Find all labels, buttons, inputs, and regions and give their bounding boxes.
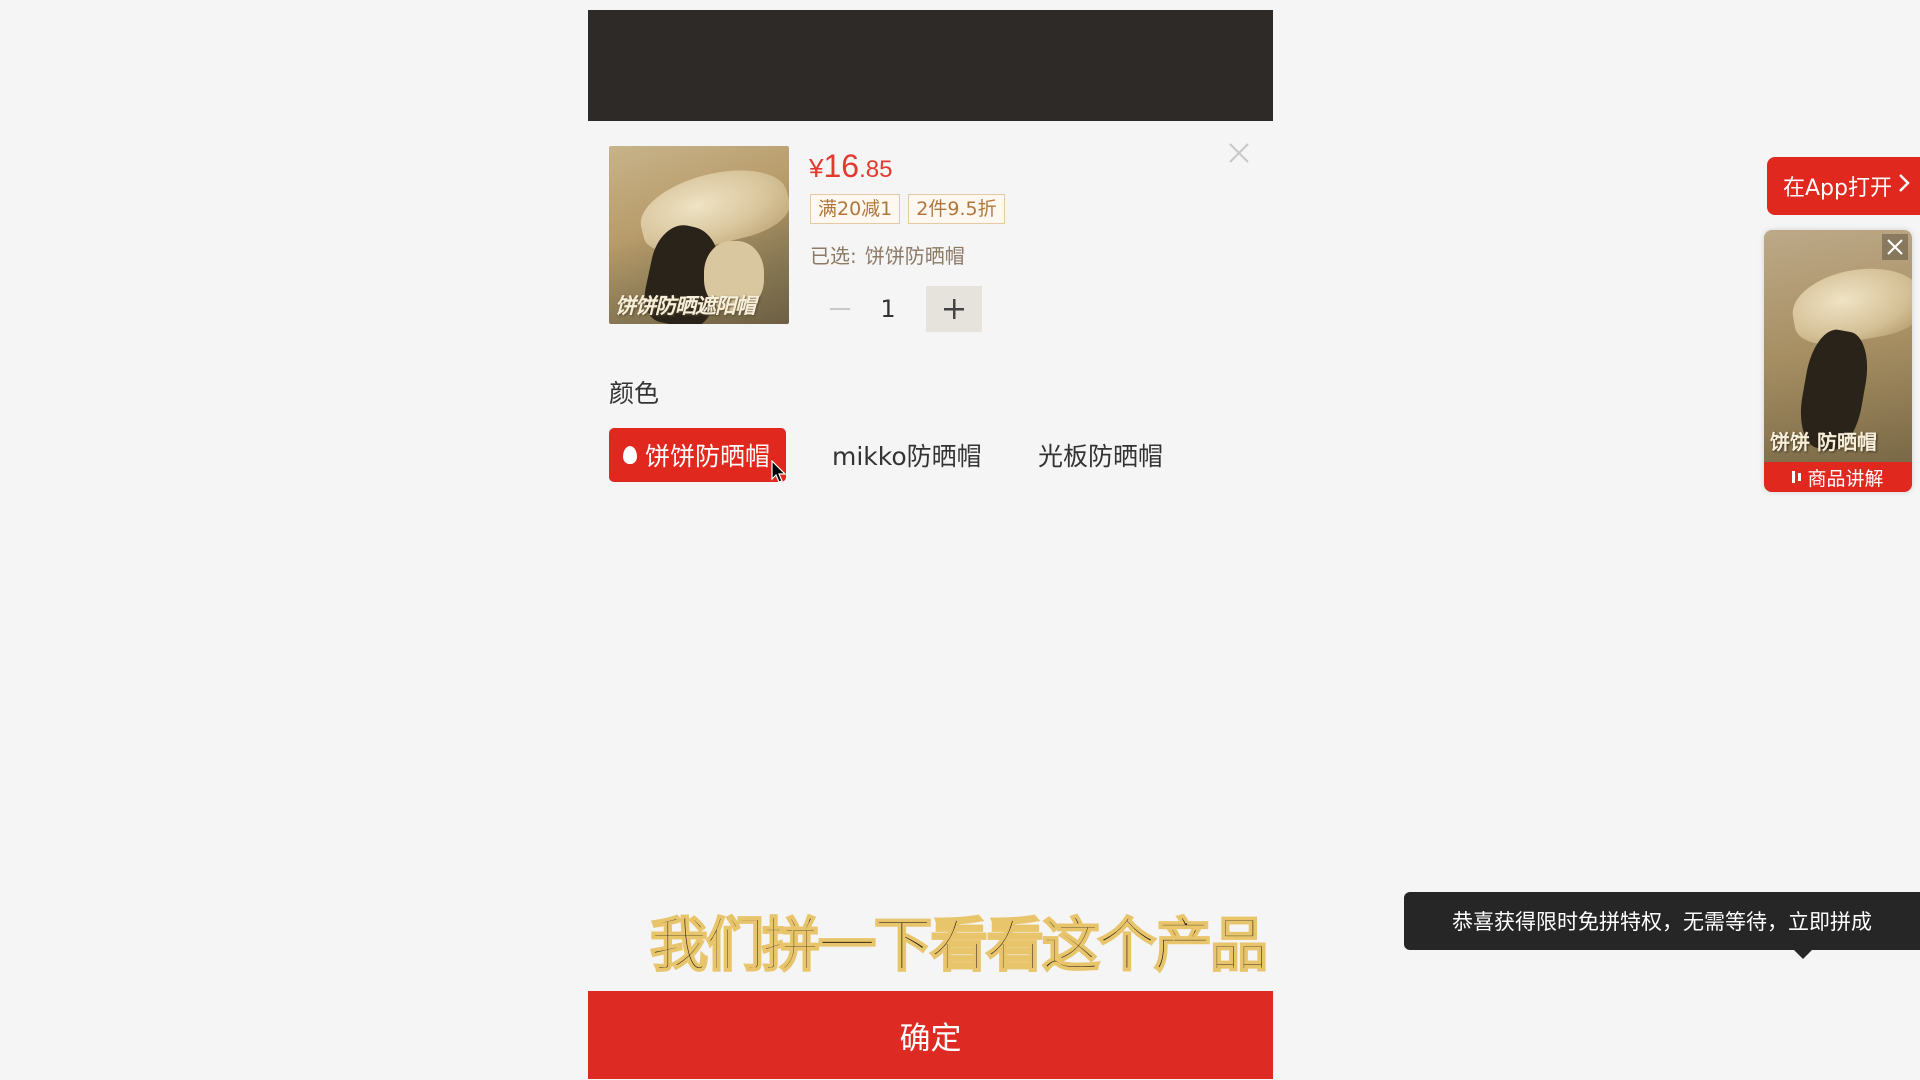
promo-tag: 2件9.5折 <box>908 194 1005 224</box>
flame-icon <box>623 446 637 464</box>
open-in-app-label: 在App打开 <box>1783 176 1892 201</box>
quantity-stepper: 1 <box>820 286 982 332</box>
spec-option[interactable]: 光板防晒帽 <box>1038 428 1163 482</box>
promo-tag: 满20减1 <box>810 194 901 224</box>
price-symbol: ¥ <box>809 153 824 183</box>
minus-icon[interactable] <box>820 287 860 331</box>
selected-summary: 已选: 饼饼防晒帽 <box>810 240 965 269</box>
tooltip-arrow <box>1792 948 1814 959</box>
selected-value: 饼饼防晒帽 <box>864 244 965 268</box>
chevron-right-icon <box>1898 173 1910 199</box>
close-icon[interactable] <box>1882 234 1908 260</box>
promo-tags: 满20减1 2件9.5折 <box>810 194 1005 224</box>
spec-option-label: 光板防晒帽 <box>1038 442 1164 471</box>
card-bar-label: 商品讲解 <box>1807 467 1884 490</box>
spec-option-label: mikko防晒帽 <box>832 442 982 471</box>
open-in-app-button[interactable]: 在App打开 <box>1767 157 1920 215</box>
spec-option-label: 饼饼防晒帽 <box>645 442 771 471</box>
quantity-value[interactable]: 1 <box>860 295 916 323</box>
stage: 饼饼防晒遮阳帽 ¥16.85 满20减1 2件9.5折 已选: 饼饼防晒帽 1 颜… <box>0 0 1920 1080</box>
floating-video-card[interactable]: 饼饼 防晒帽 商品讲解 <box>1764 230 1912 492</box>
spec-option[interactable]: mikko防晒帽 <box>832 428 982 482</box>
thumbnail-caption: 饼饼防晒遮阳帽 <box>615 294 756 318</box>
price-integer: 16 <box>823 148 860 184</box>
close-icon[interactable] <box>1226 140 1252 166</box>
video-subtitle: 我们拼一下看看这个产品 <box>649 910 1269 980</box>
top-banner <box>588 10 1273 121</box>
price-decimal: .85 <box>859 156 893 183</box>
tooltip: 恭喜获得限时免拼特权，无需等待，立即拼成 <box>1404 892 1920 950</box>
spec-option-selected[interactable]: 饼饼防晒帽 <box>609 428 787 482</box>
selected-label: 已选: <box>810 244 857 268</box>
plus-icon[interactable] <box>926 286 982 332</box>
card-explain-bar[interactable]: 商品讲解 <box>1764 462 1912 492</box>
spec-title: 颜色 <box>609 379 660 408</box>
card-caption: 饼饼 防晒帽 <box>1770 430 1877 454</box>
play-bars-icon <box>1792 471 1802 483</box>
confirm-button[interactable]: 确定 <box>588 991 1273 1079</box>
price: ¥16.85 <box>809 148 892 185</box>
cursor-icon <box>771 459 787 484</box>
product-thumbnail[interactable]: 饼饼防晒遮阳帽 <box>609 146 789 324</box>
